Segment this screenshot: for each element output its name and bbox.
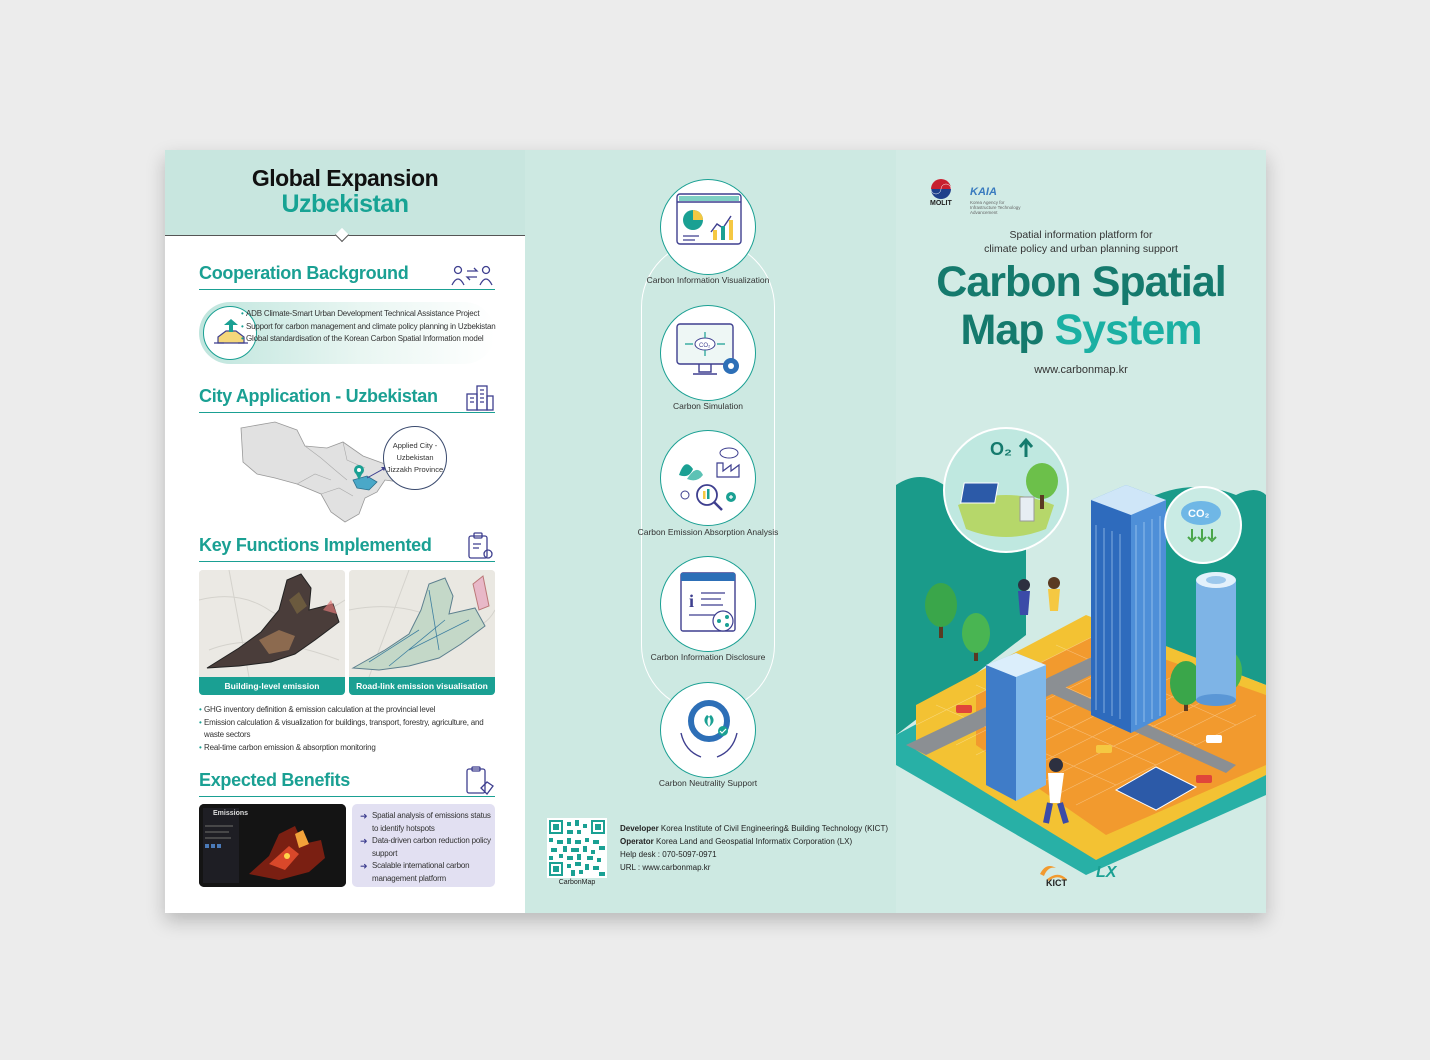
benefits-title: Expected Benefits (199, 770, 350, 790)
feature-label: Carbon Neutrality Support (658, 778, 758, 788)
dashboard-label: Emissions (213, 810, 249, 817)
qr-label: CarbonMap (558, 879, 596, 886)
co2-label: CO₂ (1188, 508, 1210, 520)
caption: Building-level emission visualization (199, 677, 345, 695)
clipboard-hand-icon (466, 766, 494, 795)
svg-text:i: i (689, 591, 694, 611)
feature-circle: i (660, 556, 756, 652)
cover-url[interactable]: www.carbonmap.kr (896, 364, 1266, 376)
chart-dashboard-icon (676, 193, 742, 245)
header-subtitle: Uzbekistan (281, 190, 409, 218)
kaia-subtitle: Korea Agency for Infrastructure Technolo… (970, 200, 1021, 215)
city-illustration: O₂ CO₂ (896, 427, 1266, 875)
benefits-list: ➜ Spatial analysis of emissions status to… (360, 810, 492, 885)
list-item: GHG inventory definition & emission calc… (199, 704, 499, 717)
panel-middle: Carbon Information Visualization CO₂ Car… (525, 150, 896, 913)
list-item: ADB Climate-Smart Urban Development Tech… (241, 308, 503, 321)
contact-info: Developer Korea Institute of Civil Engin… (620, 824, 889, 874)
feature-label: Carbon Information Visualization (646, 275, 770, 285)
url-link[interactable]: URL : www.carbonmap.kr (620, 861, 888, 874)
list-item: ➜ Scalable international carbon managemen… (360, 861, 470, 883)
arrow-icon: ➜ (360, 811, 368, 821)
list-item: Support for carbon management and climat… (241, 321, 503, 334)
panel-cover: MOLIT KAIA Korea Agency for Infrastructu… (896, 150, 1266, 913)
lx-logo: LX (1096, 864, 1117, 881)
arrow-icon: ➜ (360, 836, 368, 846)
feature-circle: CO₂ (660, 305, 756, 401)
clipboard-gear-icon (468, 532, 493, 559)
monitor-gear-icon: CO₂ (676, 323, 739, 375)
factory-leaf-icon (679, 447, 740, 511)
brochure: Global Expansion Uzbekistan Cooperation … (165, 150, 1266, 913)
list-item: Emission calculation & visualization for… (199, 717, 499, 742)
molit-label: MOLIT (930, 200, 952, 207)
road-emission-screenshot: Road-link emission visualisation (349, 570, 495, 695)
building-emission-screenshot: Building-level emission visualization (199, 570, 345, 695)
header-title: Global Expansion (251, 165, 439, 191)
list-item: Real-time carbon emission & absorption m… (199, 742, 499, 755)
applied-city-callout: Applied City - Uzbekistan Jizzakh Provin… (383, 426, 447, 490)
functions-list: GHG inventory definition & emission calc… (199, 704, 499, 754)
document-share-icon: i (680, 572, 736, 632)
feature-label: Carbon Emission Absorption Analysis (637, 527, 779, 537)
feature-circle (660, 430, 756, 526)
kaia-logo: KAIA (970, 186, 997, 198)
list-item: ➜ Data-driven carbon reduction policy sup… (360, 836, 491, 858)
feature-circle (660, 682, 756, 778)
people-exchange-icon (451, 265, 493, 286)
qr-code[interactable] (547, 818, 607, 878)
cover-title-line2: Map System (960, 306, 1203, 354)
emissions-dashboard-screenshot: Emissions (199, 804, 346, 887)
panel-left: Global Expansion Uzbekistan Cooperation … (165, 150, 525, 913)
caption: Road-link emission visualisation (349, 677, 495, 695)
header-band: Global Expansion Uzbekistan (165, 150, 525, 236)
city-title: City Application - Uzbekistan (199, 386, 438, 406)
footer-logos: KICT LX (1036, 860, 1116, 889)
cover-title-line1: Carbon Spatial (936, 258, 1226, 306)
helpdesk-text: Help desk : 070-5097-0971 (620, 850, 717, 859)
feature-circle (660, 179, 756, 275)
molit-emblem-icon (930, 179, 952, 199)
building-icon (466, 385, 494, 411)
list-item: ➜ Spatial analysis of emissions status to… (360, 811, 491, 833)
feature-label: Carbon Information Disclosure (650, 652, 766, 662)
functions-title: Key Functions Implemented (199, 535, 432, 555)
feature-label: Carbon Simulation (673, 401, 743, 411)
arrow-icon: ➜ (360, 861, 368, 871)
tagline: Spatial information platform for climate… (984, 229, 1178, 255)
cooperation-title: Cooperation Background (199, 263, 409, 283)
hands-leaf-icon (680, 700, 738, 758)
kict-label: KICT (1046, 878, 1067, 888)
uzbekistan-map (240, 421, 414, 523)
cooperation-list: ADB Climate-Smart Urban Development Tech… (241, 308, 503, 346)
list-item: Global standardisation of the Korean Car… (241, 333, 503, 346)
o2-label: O₂ (990, 439, 1012, 459)
svg-text:CO₂: CO₂ (699, 343, 711, 349)
